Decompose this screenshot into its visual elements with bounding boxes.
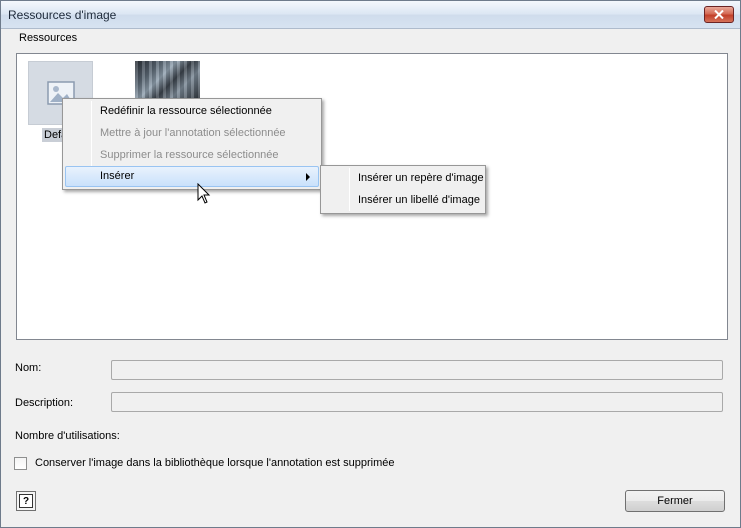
resources-menu-label[interactable]: Ressources bbox=[19, 32, 77, 44]
chevron-right-icon bbox=[306, 173, 310, 181]
title-bar[interactable]: Ressources d'image bbox=[1, 1, 740, 29]
name-field[interactable] bbox=[111, 360, 723, 380]
menu-item-label: Insérer bbox=[100, 170, 135, 182]
close-button[interactable]: Fermer bbox=[625, 490, 725, 512]
submenu-item-label: Insérer un libellé d'image bbox=[358, 194, 480, 206]
menu-item-update-annotation[interactable]: Mettre à jour l'annotation sélectionnée bbox=[65, 123, 319, 144]
help-button[interactable]: ? bbox=[16, 491, 36, 511]
close-icon bbox=[714, 10, 724, 19]
window-close-button[interactable] bbox=[704, 6, 734, 23]
keep-image-checkbox[interactable] bbox=[14, 457, 27, 470]
help-icon: ? bbox=[19, 494, 33, 508]
keep-image-label[interactable]: Conserver l'image dans la bibliothèque l… bbox=[35, 457, 394, 469]
menu-item-label: Mettre à jour l'annotation sélectionnée bbox=[100, 127, 286, 139]
submenu-item-insert-image-label[interactable]: Insérer un libellé d'image bbox=[323, 190, 483, 211]
menu-item-redefine-resource[interactable]: Redéfinir la ressource sélectionnée bbox=[65, 101, 319, 122]
insert-submenu: Insérer un repère d'image Insérer un lib… bbox=[320, 165, 486, 214]
resource-thumbnail-photo[interactable] bbox=[135, 61, 200, 101]
menu-item-label: Supprimer la ressource sélectionnée bbox=[100, 149, 279, 161]
description-field[interactable] bbox=[111, 392, 723, 412]
window-title: Ressources d'image bbox=[8, 8, 117, 22]
context-menu: Redéfinir la ressource sélectionnée Mett… bbox=[62, 98, 322, 190]
dialog-window: Ressources d'image Ressources Defa Nom: … bbox=[0, 0, 741, 528]
submenu-item-insert-image-marker[interactable]: Insérer un repère d'image bbox=[323, 168, 484, 189]
description-label: Description: bbox=[15, 397, 74, 409]
mouse-cursor-icon bbox=[197, 183, 211, 204]
menu-item-label: Redéfinir la ressource sélectionnée bbox=[100, 105, 272, 117]
usage-count-label: Nombre d'utilisations: bbox=[15, 430, 120, 442]
submenu-item-label: Insérer un repère d'image bbox=[358, 172, 484, 184]
menu-item-insert[interactable]: Insérer bbox=[65, 166, 319, 187]
menu-item-delete-resource[interactable]: Supprimer la ressource sélectionnée bbox=[65, 145, 319, 166]
name-label: Nom: bbox=[15, 362, 42, 374]
